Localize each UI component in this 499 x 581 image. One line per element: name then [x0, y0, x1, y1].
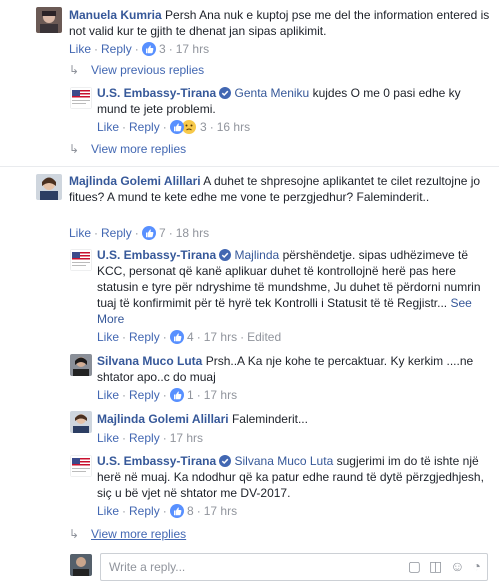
comment-actions: Like · Reply · 4 · 17 hrs · Edited: [97, 330, 282, 344]
like-reaction-icon[interactable]: [169, 388, 184, 402]
like-button[interactable]: Like: [97, 431, 119, 445]
comment-actions: Like · Reply · 7 · 18 hrs: [69, 226, 210, 240]
comment-author[interactable]: U.S. Embassy-Tirana: [97, 86, 216, 100]
like-button[interactable]: Like: [97, 120, 119, 134]
reply-input[interactable]: [107, 559, 401, 575]
avatar[interactable]: [70, 87, 92, 109]
like-button[interactable]: Like: [97, 388, 119, 402]
timestamp[interactable]: 16 hrs: [217, 120, 250, 134]
comment-thread: Manuela Kumria Persh Ana nuk e kuptoj ps…: [0, 0, 499, 581]
like-count[interactable]: 3: [159, 42, 166, 56]
like-count[interactable]: 1: [187, 388, 194, 402]
comment-author[interactable]: U.S. Embassy-Tirana: [97, 248, 216, 262]
comment-author[interactable]: U.S. Embassy-Tirana: [97, 454, 216, 468]
avatar[interactable]: [70, 249, 92, 271]
like-reaction-icon[interactable]: [141, 226, 156, 240]
timestamp[interactable]: 17 hrs: [204, 388, 237, 402]
like-count[interactable]: 8: [187, 504, 194, 518]
like-count[interactable]: 4: [187, 330, 194, 344]
emoji-icon[interactable]: ☺: [450, 559, 464, 573]
divider: [0, 166, 499, 167]
like-reaction-icon[interactable]: [169, 120, 184, 134]
comment-author[interactable]: Majlinda Golemi Alillari: [69, 174, 201, 188]
avatar[interactable]: [70, 354, 92, 376]
sticker-icon[interactable]: ◔: [473, 559, 481, 573]
like-count[interactable]: 3: [200, 120, 207, 134]
like-reaction-icon[interactable]: [141, 42, 156, 56]
comment-actions: Like · Reply · 8 · 17 hrs: [97, 504, 238, 518]
comment-author[interactable]: Majlinda Golemi Alillari: [97, 412, 229, 426]
avatar[interactable]: [36, 174, 62, 200]
comment-body: U.S. Embassy-Tirana Silvana Muco Luta su…: [97, 453, 491, 501]
like-button[interactable]: Like: [69, 226, 91, 240]
reply-arrow-icon: ↳: [69, 142, 80, 156]
like-count[interactable]: 7: [159, 226, 166, 240]
like-button[interactable]: Like: [97, 504, 119, 518]
avatar[interactable]: [70, 455, 92, 477]
camera-icon[interactable]: ▢: [408, 559, 421, 573]
reply-arrow-icon: ↳: [69, 63, 80, 77]
view-more-replies[interactable]: ↳ View more replies: [69, 141, 186, 157]
comment-actions: Like · Reply · 17 hrs: [97, 431, 204, 445]
verified-badge-icon: [219, 455, 232, 467]
comment-body: U.S. Embassy-Tirana Genta Meniku kujdes …: [97, 85, 491, 117]
like-reaction-icon[interactable]: [169, 330, 184, 344]
timestamp[interactable]: 17 hrs: [204, 504, 237, 518]
comment-author[interactable]: Manuela Kumria: [69, 8, 162, 22]
reply-composer[interactable]: ▢ ◫ ☺ ◔: [100, 553, 488, 581]
verified-badge-icon: [219, 249, 232, 261]
reply-button[interactable]: Reply: [101, 42, 132, 56]
comment-body: Silvana Muco Luta Prsh..A Ka nje kohe te…: [97, 353, 491, 385]
view-previous-replies[interactable]: ↳ View previous replies: [69, 62, 204, 78]
reply-button[interactable]: Reply: [129, 120, 160, 134]
timestamp[interactable]: 18 hrs: [176, 226, 209, 240]
timestamp[interactable]: 17 hrs: [176, 42, 209, 56]
avatar[interactable]: [70, 411, 92, 433]
comment-actions: Like · Reply · 3 · 17 hrs: [69, 42, 210, 56]
comment-actions: Like · Reply · 1 · 17 hrs: [97, 388, 238, 402]
comment-body: Manuela Kumria Persh Ana nuk e kuptoj ps…: [69, 7, 491, 39]
reply-button[interactable]: Reply: [129, 388, 160, 402]
reply-button[interactable]: Reply: [129, 330, 160, 344]
like-button[interactable]: Like: [97, 330, 119, 344]
timestamp[interactable]: 17 hrs: [204, 330, 237, 344]
view-more-replies[interactable]: ↳ View more replies: [69, 526, 186, 542]
like-reaction-icon[interactable]: [169, 504, 184, 518]
comment-body: Majlinda Golemi Alillari Faleminderit...: [97, 411, 491, 427]
mention-link[interactable]: Silvana Muco Luta: [235, 454, 334, 468]
like-button[interactable]: Like: [69, 42, 91, 56]
current-user-avatar[interactable]: [70, 554, 92, 576]
comment-body: U.S. Embassy-Tirana Majlinda përshëndetj…: [97, 247, 491, 327]
verified-badge-icon: [219, 87, 232, 99]
reply-button[interactable]: Reply: [101, 226, 132, 240]
timestamp[interactable]: 17 hrs: [170, 431, 203, 445]
gif-icon[interactable]: ◫: [429, 559, 442, 573]
edited-label[interactable]: Edited: [247, 330, 281, 344]
comment-body: Majlinda Golemi Alillari A duhet te shpr…: [69, 173, 491, 205]
comment-author[interactable]: Silvana Muco Luta: [97, 354, 202, 368]
mention-link[interactable]: Genta Meniku: [235, 86, 310, 100]
mention-link[interactable]: Majlinda: [235, 248, 280, 262]
reply-button[interactable]: Reply: [129, 431, 160, 445]
comment-actions: Like · Reply · 3 · 16 hrs: [97, 119, 251, 135]
reply-button[interactable]: Reply: [129, 504, 160, 518]
composer-icons: ▢ ◫ ☺ ◔: [408, 559, 481, 573]
avatar[interactable]: [36, 7, 62, 33]
reply-arrow-icon: ↳: [69, 527, 80, 541]
comment-text: Faleminderit...: [231, 412, 308, 426]
